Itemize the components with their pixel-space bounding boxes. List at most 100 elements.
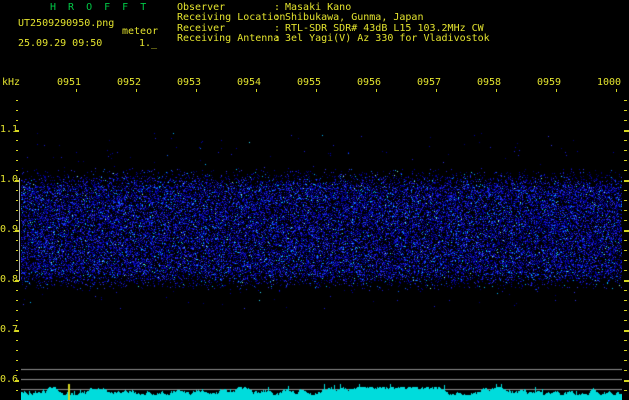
freq-label: 1.1 [0,124,19,135]
app-title: H R O F F T [50,2,150,13]
minute-tick [76,89,77,92]
info-separator: : [274,12,281,24]
freq-label: 0.9 [0,224,19,235]
datetime-label: 25.09.29 09:50 [18,38,103,49]
time-label: 0957 [417,77,442,88]
freq-tick-right [624,200,627,201]
spectrogram-canvas [21,93,622,400]
freq-tick-left [16,350,18,351]
freq-tick-left [15,330,19,332]
time-label: 1000 [597,77,622,88]
freq-tick-left [16,360,18,361]
freq-tick-right [624,110,627,111]
minute-tick [496,89,497,92]
freq-tick-left [16,140,18,141]
freq-tick-right [624,370,627,371]
time-label: 0952 [117,77,142,88]
freq-tick-left [16,100,18,101]
info-label: Receiving Location [177,12,286,24]
freq-tick-left [16,310,18,311]
count-indicator: 1._ [139,38,158,49]
freq-label: 0.8 [0,274,19,285]
freq-tick-left [16,320,18,321]
freq-tick-right [624,360,627,361]
freq-tick-right [624,230,629,232]
minute-tick [316,89,317,92]
freq-tick-right [624,320,627,321]
freq-tick-left [15,380,19,382]
minute-tick [196,89,197,92]
freq-tick-left [15,130,19,132]
minute-tick [436,89,437,92]
freq-tick-left [16,110,18,111]
freq-tick-right [624,220,627,221]
freq-label: 0.7 [0,324,19,335]
freq-tick-left [16,240,18,241]
freq-tick-right [624,190,627,191]
freq-tick-right [624,210,627,211]
freq-tick-right [624,180,629,182]
freq-tick-right [624,100,627,101]
freq-tick-left [16,150,18,151]
minute-tick [556,89,557,92]
freq-tick-left [16,160,18,161]
freq-tick-right [624,130,629,132]
freq-tick-right [624,170,627,171]
freq-tick-right [624,390,627,391]
freq-tick-right [624,240,627,241]
freq-tick-left [16,220,18,221]
freq-tick-right [624,340,627,341]
freq-tick-right [624,270,627,271]
freq-tick-left [16,390,18,391]
freq-tick-left [16,340,18,341]
freq-tick-right [624,250,627,251]
minute-tick [376,89,377,92]
freq-tick-right [624,120,627,121]
time-label: 0959 [537,77,562,88]
time-label: 0954 [237,77,262,88]
freq-tick-left [16,270,18,271]
freq-tick-left [16,120,18,121]
output-filename: UT2509290950.png [18,18,115,29]
freq-tick-right [624,310,627,311]
time-label: 0951 [57,77,82,88]
info-label: Receiving Antenna [177,33,280,45]
freq-tick-left [16,210,18,211]
time-label: 0958 [477,77,502,88]
mode-label: meteor [122,26,159,37]
minute-tick [256,89,257,92]
freq-tick-right [624,150,627,151]
info-row: Receiving Location: Shibukawa, Gunma, Jap… [177,13,423,23]
info-row: Receiving Antenna:3el Yagi(V) Az 330 for… [177,34,490,44]
band-marker-line [19,178,20,281]
freq-tick-left [16,290,18,291]
freq-tick-right [624,300,627,301]
freq-tick-right [624,380,629,382]
info-value: Shibukawa, Gunma, Japan [285,12,424,24]
time-label: 0956 [357,77,382,88]
freq-tick-left [16,170,18,171]
freq-tick-right [624,140,627,141]
freq-tick-left [16,370,18,371]
freq-tick-right [624,290,627,291]
freq-tick-right [624,260,627,261]
info-value: 3el Yagi(V) Az 330 for Vladivostok [285,33,490,45]
freq-tick-right [624,280,629,282]
minute-tick [136,89,137,92]
time-label: 0953 [177,77,202,88]
freq-label: 0.6 [0,374,19,385]
freq-tick-left [16,260,18,261]
freq-tick-left [16,300,18,301]
time-label: 0955 [297,77,322,88]
freq-tick-right [624,330,629,332]
freq-tick-right [624,350,627,351]
freq-tick-left [16,250,18,251]
freq-tick-right [624,160,627,161]
hrofft-screen: H R O F F T UT2509290950.png meteor 25.0… [0,0,629,400]
freq-unit-label: kHz [2,77,21,88]
freq-tick-left [16,200,18,201]
freq-label: 1.0 [0,174,19,185]
info-separator: : [274,33,281,45]
minute-tick [616,89,617,92]
freq-tick-left [16,190,18,191]
